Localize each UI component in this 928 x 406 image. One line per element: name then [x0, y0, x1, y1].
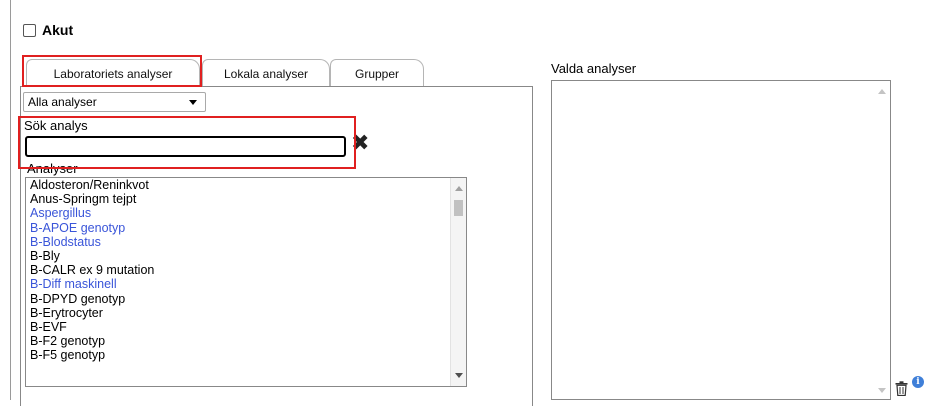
- tab-grupper[interactable]: Grupper: [330, 59, 424, 87]
- list-item[interactable]: Aldosteron/Reninkvot: [26, 178, 466, 192]
- list-item[interactable]: Anus-Springm tejpt: [26, 192, 466, 206]
- list-item[interactable]: B-EVF: [26, 320, 466, 334]
- akut-label: Akut: [42, 22, 74, 38]
- tab-label: Grupper: [354, 66, 400, 81]
- list-item[interactable]: B-APOE genotyp: [26, 221, 466, 235]
- list-item[interactable]: B-Diff maskinell: [26, 277, 466, 291]
- scroll-up-arrow-icon[interactable]: [455, 186, 463, 191]
- list-item[interactable]: B-Blodstatus: [26, 235, 466, 249]
- scroll-thumb[interactable]: [454, 200, 463, 216]
- chevron-down-icon: [189, 100, 197, 105]
- tab-label: Lokala analyser: [223, 66, 309, 81]
- list-item[interactable]: B-F2 genotyp: [26, 334, 466, 348]
- info-icon[interactable]: i: [912, 376, 924, 388]
- list-item[interactable]: Aspergillus: [26, 206, 466, 220]
- scroll-down-arrow-icon[interactable]: [455, 373, 463, 378]
- left-divider: [10, 0, 11, 400]
- analysis-list[interactable]: Aldosteron/Reninkvot Anus-Springm tejpt As…: [25, 177, 467, 387]
- scroll-up-arrow-icon[interactable]: [878, 89, 886, 94]
- valda-scrollbar[interactable]: [874, 81, 890, 399]
- scroll-down-arrow-icon[interactable]: [878, 388, 886, 393]
- list-item[interactable]: B-CALR ex 9 mutation: [26, 263, 466, 277]
- analysis-filter-select[interactable]: Alla analyser: [23, 92, 206, 112]
- tab-lokala-analyser[interactable]: Lokala analyser: [202, 59, 330, 87]
- trash-icon[interactable]: [895, 381, 908, 396]
- valda-analyser-label: Valda analyser: [551, 61, 637, 76]
- valda-analyser-list[interactable]: [551, 80, 891, 400]
- search-highlight-box: [18, 116, 356, 169]
- analysis-filter-value: Alla analyser: [28, 95, 97, 109]
- akut-checkbox[interactable]: [23, 23, 36, 37]
- tab-highlight-box: [22, 55, 202, 87]
- list-item[interactable]: B-Erytrocyter: [26, 306, 466, 320]
- akut-checkbox-row[interactable]: Akut: [23, 22, 73, 38]
- analysis-list-items: Aldosteron/Reninkvot Anus-Springm tejpt As…: [26, 178, 466, 363]
- list-scrollbar[interactable]: [450, 178, 466, 386]
- list-item[interactable]: B-F5 genotyp: [26, 348, 466, 362]
- list-item[interactable]: B-Bly: [26, 249, 466, 263]
- list-item[interactable]: B-DPYD genotyp: [26, 292, 466, 306]
